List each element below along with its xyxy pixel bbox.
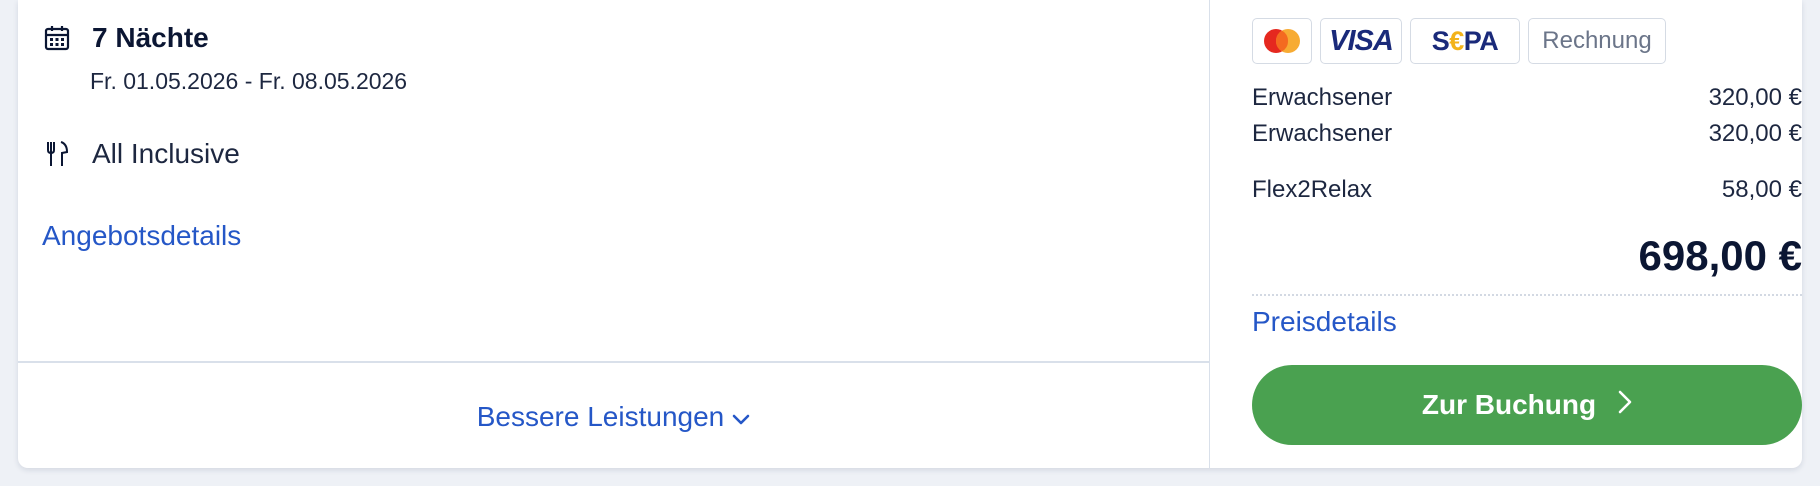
sepa-label-s: S [1431, 25, 1450, 56]
cutlery-icon [42, 139, 72, 169]
price-line-amount: 58,00 € [1721, 176, 1802, 203]
chevron-down-icon [732, 401, 750, 433]
calendar-icon [42, 23, 72, 53]
nights-row: 7 Nächte [42, 22, 209, 54]
better-services-bar: Bessere Leistungen [18, 361, 1209, 468]
book-button[interactable]: Zur Buchung [1252, 365, 1802, 445]
price-line-label: Erwachsener [1252, 120, 1393, 147]
travel-dates: Fr. 01.05.2026 - Fr. 08.05.2026 [90, 68, 408, 94]
price-line: Erwachsener 320,00 € [1252, 84, 1802, 112]
price-line: Flex2Relax 58,00 € [1252, 176, 1802, 204]
price-details-link[interactable]: Preisdetails [1252, 306, 1397, 338]
price-line-amount: 320,00 € [1708, 120, 1802, 147]
sepa-label-pa: PA [1463, 25, 1499, 56]
better-services-toggle[interactable]: Bessere Leistungen [477, 401, 751, 433]
total-price: 698,00 € [1638, 232, 1803, 279]
book-button-label: Zur Buchung [1421, 389, 1597, 420]
board-type: All Inclusive [92, 138, 240, 169]
offer-info-panel: 7 Nächte Fr. 01.05.2026 - Fr. 08.05.2026… [18, 0, 1210, 468]
visa-icon: VISA [1320, 18, 1402, 64]
board-row: All Inclusive [42, 138, 240, 170]
chevron-right-icon [1618, 389, 1632, 421]
nights-title: 7 Nächte [92, 22, 209, 53]
price-line-amount: 320,00 € [1708, 84, 1802, 111]
sepa-label-euro: € [1449, 25, 1464, 56]
offer-card: 7 Nächte Fr. 01.05.2026 - Fr. 08.05.2026… [18, 0, 1802, 468]
price-panel: VISA S € PA Rechnung Erwachsener 320,00 € … [1210, 0, 1802, 468]
divider [1252, 294, 1802, 296]
mastercard-icon [1252, 18, 1312, 64]
better-services-label: Bessere Leistungen [476, 400, 725, 432]
price-line-label: Erwachsener [1252, 84, 1393, 111]
sepa-icon: S € PA [1410, 18, 1520, 64]
invoice-badge: Rechnung [1528, 18, 1666, 64]
price-line-label: Flex2Relax [1252, 176, 1373, 203]
price-line: Erwachsener 320,00 € [1252, 120, 1802, 148]
payment-methods: VISA S € PA Rechnung [1252, 18, 1666, 64]
offer-details-link[interactable]: Angebotsdetails [42, 220, 241, 252]
